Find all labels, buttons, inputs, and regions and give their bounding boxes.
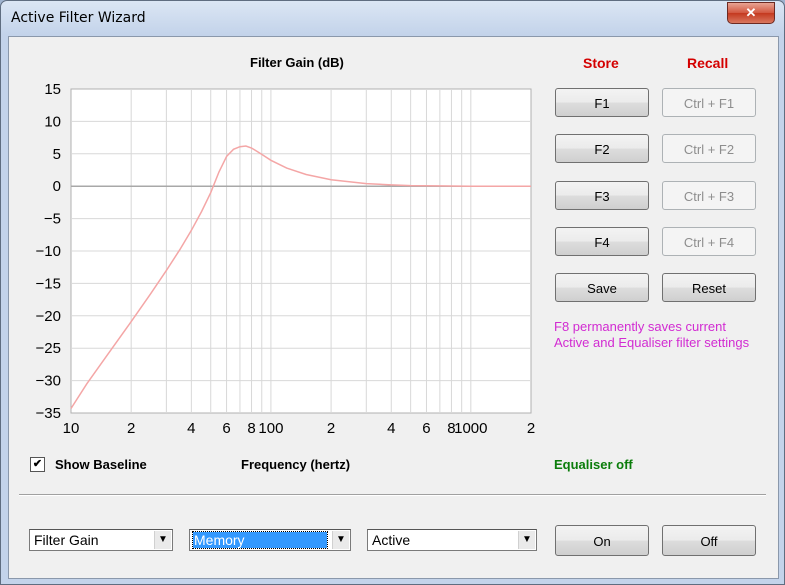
check-icon: ✔ [32,458,43,470]
chevron-down-icon[interactable]: ▼ [154,531,171,549]
f8-note: F8 permanently saves current Active and … [554,319,749,351]
x-tick-label: 2 [127,420,135,437]
y-tick-label: −25 [36,340,61,357]
f8-note-line-2: Active and Equaliser filter settings [554,335,750,350]
y-tick-labels: 15 10 5 0 −5 −10 −15 −20 −25 −30 −35 [36,81,61,422]
x-axis-label: Frequency (hertz) [241,457,351,472]
chevron-down-icon[interactable]: ▼ [518,531,535,549]
source-value: Memory [192,531,328,549]
y-tick-label: −35 [36,405,61,422]
x-tick-label: 4 [387,420,395,437]
f8-note-line-1: F8 permanently saves current [554,319,726,334]
y-tick-label: 15 [44,81,61,98]
title-bar: Active Filter Wizard ✕ [1,1,784,35]
on-button[interactable]: On [555,525,649,556]
x-tick-label: 8 [247,420,255,437]
show-baseline-label[interactable]: Show Baseline [55,457,147,472]
recall-f4-button[interactable]: Ctrl + F4 [662,227,756,256]
x-tick-labels: 10 2 4 6 8 100 2 4 6 81000 2 [63,420,536,437]
close-button[interactable]: ✕ [727,2,775,24]
display-mode-select[interactable]: Filter Gain ▼ [29,529,173,551]
y-tick-label: −5 [44,211,61,228]
store-f3-button[interactable]: F3 [555,181,649,210]
chart-title: Filter Gain (dB) [250,55,344,70]
active-filter-wizard-window: Active Filter Wizard ✕ Filter Gain (dB) … [0,0,785,585]
separator [19,494,766,496]
store-f4-button[interactable]: F4 [555,227,649,256]
x-tick-label: 100 [258,420,283,437]
y-tick-label: −15 [36,275,61,292]
source-select[interactable]: Memory ▼ [189,529,351,551]
recall-f2-button[interactable]: Ctrl + F2 [662,134,756,163]
reset-button[interactable]: Reset [662,273,756,302]
filter-gain-chart: 151050−5−10−15−20−25−30−35 10 2 4 6 8 100 2 4 6 8… [36,81,536,437]
y-tick-label: −20 [36,308,61,325]
close-icon: ✕ [745,5,757,20]
store-f2-button[interactable]: F2 [555,134,649,163]
y-tick-label: 5 [53,146,61,163]
x-tick-label: 4 [187,420,195,437]
x-tick-label: 6 [222,420,230,437]
x-tick-label: 2 [327,420,335,437]
equaliser-status: Equaliser off [554,457,633,472]
window-title: Active Filter Wizard [11,10,146,26]
display-mode-value: Filter Gain [34,532,99,548]
x-tick-label: 2 [527,420,535,437]
y-tick-label: −10 [36,243,61,260]
recall-header: Recall [687,55,729,71]
filter-select[interactable]: Active ▼ [367,529,537,551]
dialog-body: Filter Gain (dB) 15 10 5 0 −5 −10 −15 −20 −25 −30… [8,36,779,579]
off-button[interactable]: Off [662,525,756,556]
y-tick-label: 0 [53,178,61,195]
y-tick-label: −30 [36,373,61,390]
recall-f3-button[interactable]: Ctrl + F3 [662,181,756,210]
save-button[interactable]: Save [555,273,649,302]
recall-f1-button[interactable]: Ctrl + F1 [662,88,756,117]
filter-value: Active [372,532,411,548]
y-tick-label: 10 [44,113,61,130]
show-baseline-checkbox[interactable]: ✔ [30,457,45,472]
x-tick-label: 10 [63,420,80,437]
x-tick-label: 6 [422,420,430,437]
x-tick-label: 1000 [454,420,487,437]
store-header: Store [583,55,619,71]
store-f1-button[interactable]: F1 [555,88,649,117]
chevron-down-icon[interactable]: ▼ [332,531,349,549]
